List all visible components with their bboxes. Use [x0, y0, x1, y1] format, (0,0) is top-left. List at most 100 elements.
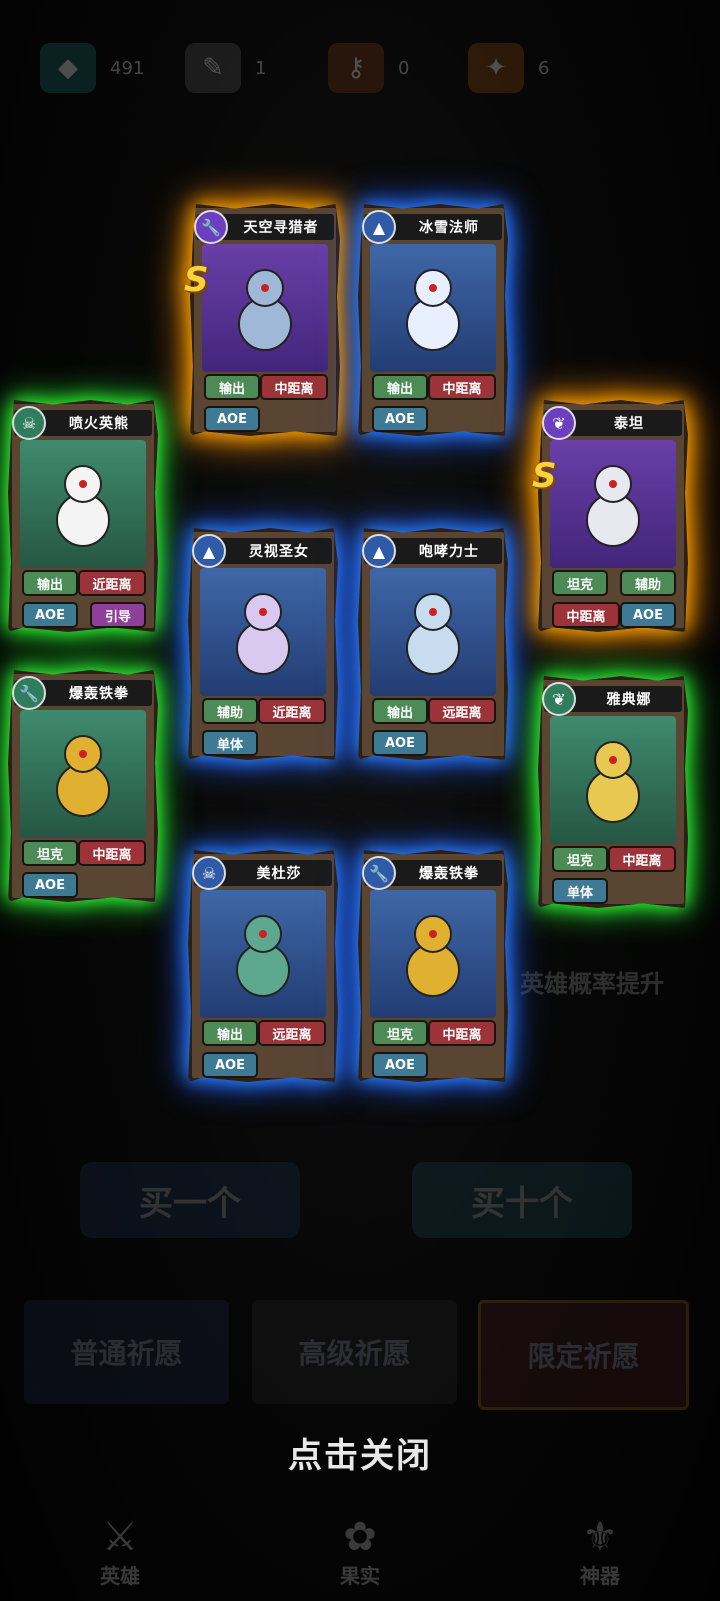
hero-tag: 坦克 [372, 1020, 428, 1046]
tag-row: 单体 [552, 878, 676, 904]
hero-tag: 坦克 [552, 570, 608, 596]
hero-tag: AOE [620, 602, 676, 628]
hero-figure [238, 269, 292, 351]
hero-portrait [20, 710, 146, 838]
hero-tags: 坦克 中距离 单体 [552, 846, 676, 910]
hero-name: 冰雪法师 [419, 220, 479, 236]
hero-tag: AOE [204, 406, 260, 432]
hero-name-bar: ☠ 喷火英熊 [12, 406, 152, 440]
tag-row: 输出 中距离 [372, 374, 496, 400]
hero-tag: 中距离 [78, 840, 146, 866]
tag-row: 输出 远距离 [202, 1020, 326, 1046]
hero-tag: 单体 [202, 730, 258, 756]
hero-name: 爆轰铁拳 [419, 866, 479, 882]
hero-card[interactable]: 🔧 天空寻猎者 S 输出 中距离 AOE [184, 204, 340, 436]
wing-icon: ❦ [542, 682, 576, 716]
hero-card[interactable]: ☠ 喷火英熊输出 近距离 AOE 引导 [8, 400, 158, 632]
tag-row: 输出 远距离 [372, 698, 496, 724]
hero-tag: AOE [372, 406, 428, 432]
hero-figure [56, 735, 110, 817]
hero-tag: 远距离 [258, 1020, 326, 1046]
hero-portrait [200, 890, 326, 1018]
hero-portrait [370, 890, 496, 1018]
hero-tags: 输出 近距离 AOE 引导 [22, 570, 146, 634]
hero-name: 泰坦 [614, 416, 644, 432]
hero-card[interactable]: ❦ 泰坦 S 坦克 辅助 中距离 AOE [532, 400, 688, 632]
hero-card[interactable]: 🔧 爆轰铁拳坦克 中距离 AOE [358, 850, 508, 1082]
tag-row: AOE [202, 1052, 326, 1078]
wrench-icon: 🔧 [194, 210, 228, 244]
hero-tag: 引导 [90, 602, 146, 628]
hero-tag: AOE [22, 602, 78, 628]
hero-name-bar: ☠ 美杜莎 [192, 856, 332, 890]
hero-card[interactable]: ▲ 冰雪法师输出 中距离 AOE [358, 204, 508, 436]
hero-figure [406, 915, 460, 997]
hero-name: 咆哮力士 [419, 544, 479, 560]
mage-icon: ▲ [362, 210, 396, 244]
hero-portrait [200, 568, 326, 696]
hero-tag: 中距离 [608, 846, 676, 872]
hero-tag: 中距离 [552, 602, 620, 628]
mage-icon: ▲ [362, 534, 396, 568]
hero-name-bar: 🔧 爆轰铁拳 [362, 856, 502, 890]
tag-row: AOE [372, 1052, 496, 1078]
tag-row: AOE 引导 [22, 602, 146, 628]
hero-tag: AOE [372, 1052, 428, 1078]
hero-tags: 输出 远距离 AOE [202, 1020, 326, 1084]
hero-card[interactable]: 🔧 爆轰铁拳 坦克 中距离 AOE [8, 670, 158, 902]
hero-name-bar: 🔧 天空寻猎者 [194, 210, 334, 244]
hero-tag: AOE [372, 730, 428, 756]
hero-name-bar: ▲ 冰雪法师 [362, 210, 502, 244]
hero-portrait [202, 244, 328, 372]
hero-tag: 输出 [372, 698, 428, 724]
hero-figure [406, 269, 460, 351]
tag-row: 输出 中距离 [204, 374, 328, 400]
hero-figure [236, 593, 290, 675]
hero-tag: 输出 [372, 374, 428, 400]
hero-figure [586, 465, 640, 547]
hero-name: 雅典娜 [606, 692, 652, 708]
hero-portrait [20, 440, 146, 568]
mage-icon: ▲ [192, 534, 226, 568]
tap-to-close-text[interactable]: 点击关闭 [0, 1428, 720, 1477]
tag-row: AOE [372, 730, 496, 756]
hero-card[interactable]: ❦ 雅典娜 坦克 中距离 单体 [538, 676, 688, 908]
hero-name-bar: ▲ 咆哮力士 [362, 534, 502, 568]
fang-icon: ☠ [12, 406, 46, 440]
hero-tags: 输出 中距离 AOE [372, 374, 496, 438]
hero-portrait [550, 440, 676, 568]
tag-row: 坦克 中距离 [552, 846, 676, 872]
hero-tag: 单体 [552, 878, 608, 904]
hero-tag: 辅助 [620, 570, 676, 596]
hero-portrait [550, 716, 676, 844]
hero-figure [236, 915, 290, 997]
rank-badge: S [184, 260, 209, 300]
hero-name: 灵视圣女 [249, 544, 309, 560]
hero-name-bar: ▲ 灵视圣女 [192, 534, 332, 568]
tag-row: AOE [22, 872, 146, 898]
hero-figure [406, 593, 460, 675]
hero-tag: 远距离 [428, 698, 496, 724]
hero-name: 天空寻猎者 [243, 220, 319, 236]
tag-row: 坦克 中距离 [372, 1020, 496, 1046]
hero-card[interactable]: ▲ 咆哮力士 输出 远距离 AOE [358, 528, 508, 760]
hero-card[interactable]: ☠ 美杜莎输出 远距离 AOE [188, 850, 338, 1082]
hero-portrait [370, 568, 496, 696]
hero-tag: 近距离 [78, 570, 146, 596]
hero-tag: 输出 [204, 374, 260, 400]
hero-name: 美杜莎 [256, 866, 302, 882]
tag-row: 坦克 辅助 [552, 570, 676, 596]
hero-tag: 近距离 [258, 698, 326, 724]
hero-card[interactable]: ▲ 灵视圣女辅助 近距离单体 [188, 528, 338, 760]
tag-row: 输出 近距离 [22, 570, 146, 596]
hero-tag: 坦克 [552, 846, 608, 872]
wrench-icon: 🔧 [362, 856, 396, 890]
hero-tags: 坦克 中距离 AOE [22, 840, 146, 904]
hero-tag: 输出 [202, 1020, 258, 1046]
hero-name: 喷火英熊 [69, 416, 129, 432]
hero-name: 爆轰铁拳 [69, 686, 129, 702]
tag-row: 辅助 近距离 [202, 698, 326, 724]
tag-row: 坦克 中距离 [22, 840, 146, 866]
tag-row: AOE [204, 406, 328, 432]
tag-row: 中距离 AOE [552, 602, 676, 628]
